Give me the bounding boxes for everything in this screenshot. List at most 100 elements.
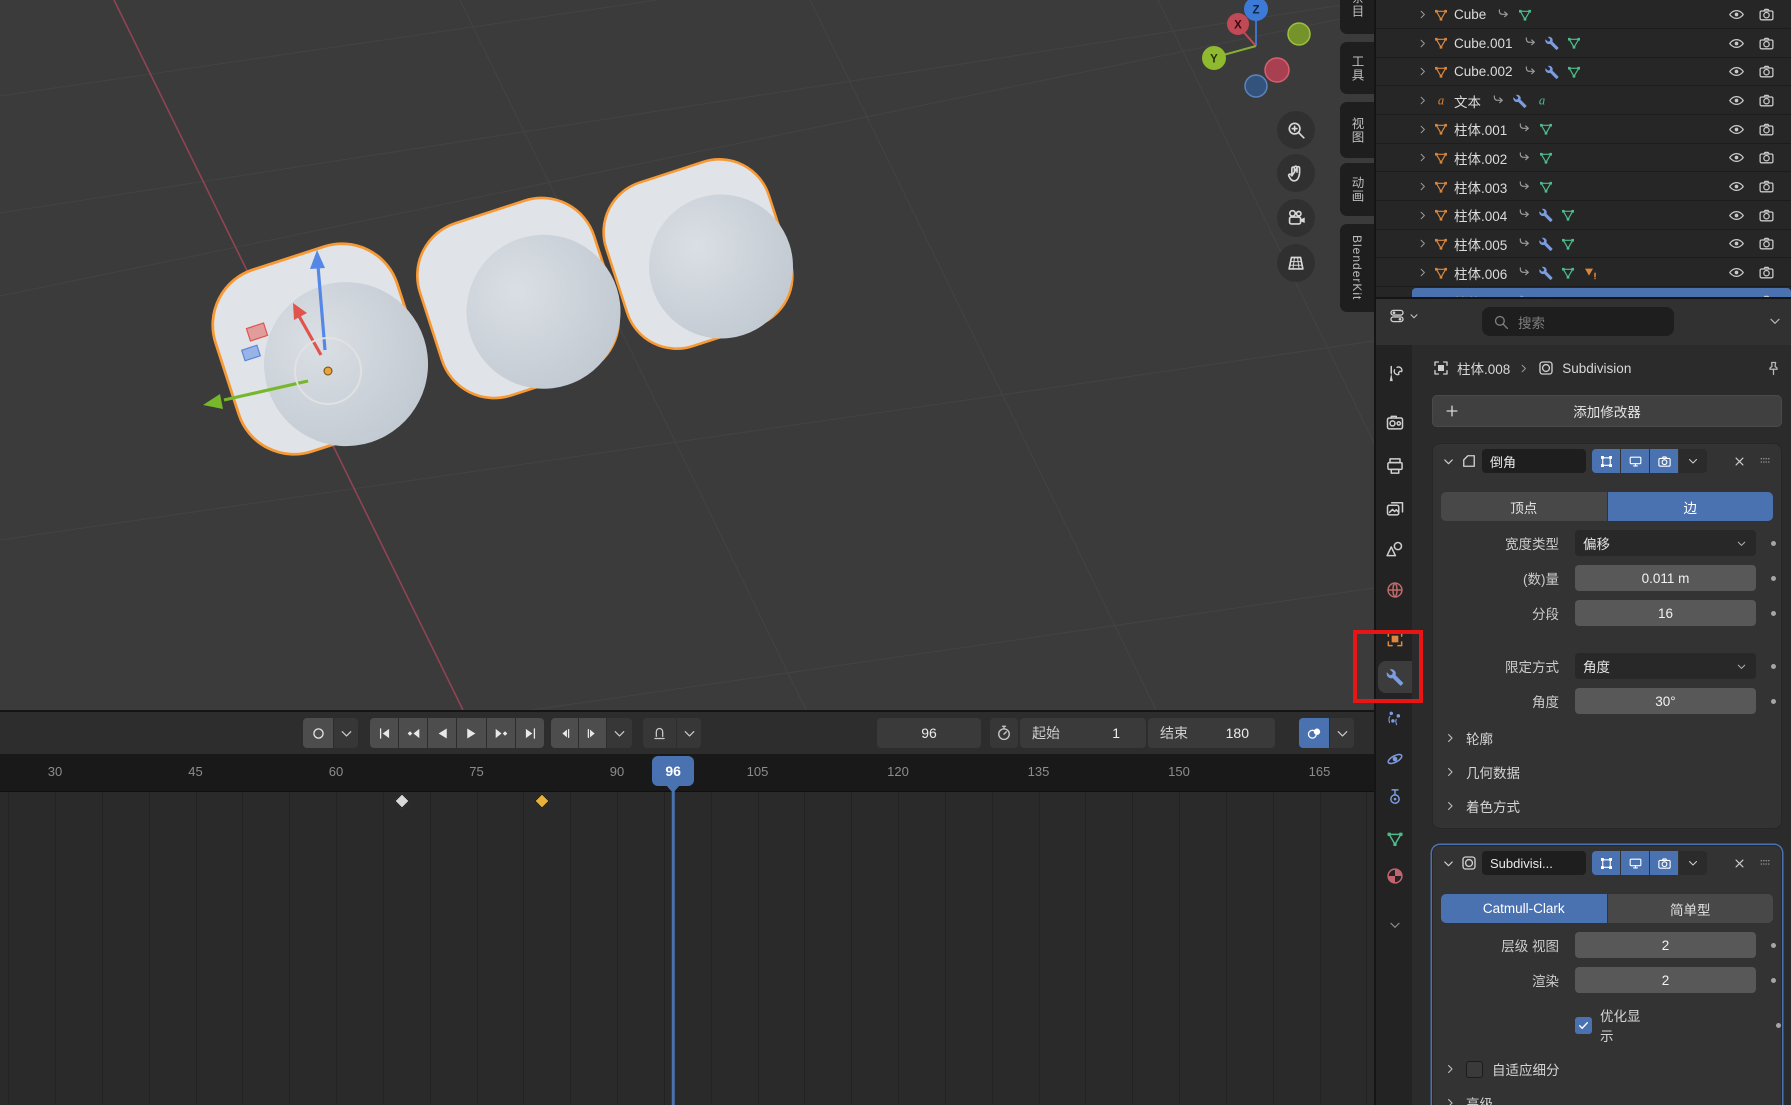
auto-keying-options[interactable] — [334, 718, 358, 748]
playhead-label[interactable]: 96 — [652, 756, 694, 786]
object-name[interactable]: Cube.002 — [1454, 64, 1513, 79]
keyframe-diamond-67[interactable] — [394, 793, 410, 809]
properties-tab-object-data[interactable] — [1378, 823, 1412, 855]
scene-object-1-active[interactable] — [198, 226, 450, 478]
sidebar-tab-4[interactable]: 动画 — [1340, 163, 1374, 216]
expand-chevron-icon[interactable] — [1416, 209, 1429, 222]
toggle-monitor-button[interactable] — [1621, 851, 1649, 875]
editor-type-button[interactable] — [1388, 307, 1420, 325]
toggle-editmode-button[interactable] — [1592, 449, 1620, 473]
auto-keying-toggle[interactable] — [303, 718, 333, 748]
render-camera-icon[interactable] — [1758, 6, 1775, 23]
current-frame-field[interactable]: 96 — [877, 718, 981, 748]
properties-tab-constraints[interactable] — [1378, 781, 1412, 813]
properties-tab-particles[interactable] — [1378, 702, 1412, 734]
outliner-row-Cube.001[interactable]: Cube.001 — [1376, 30, 1791, 58]
object-name[interactable]: 柱体.001 — [1454, 119, 1507, 139]
search-input[interactable]: 搜索 — [1482, 307, 1674, 336]
value-field-分段[interactable]: 16 — [1575, 600, 1756, 626]
animate-dot[interactable] — [1771, 664, 1776, 669]
breadcrumb-object[interactable]: 柱体.008 — [1457, 358, 1510, 378]
3d-viewport[interactable]: Z X Y 条目工具视图动画BlenderKit — [0, 0, 1374, 710]
object-name[interactable]: 柱体.005 — [1454, 234, 1507, 254]
properties-tab-view-layer[interactable] — [1378, 493, 1412, 525]
header-options-chevron[interactable] — [1767, 313, 1783, 334]
value-field-层级 视图[interactable]: 2 — [1575, 932, 1756, 958]
visibility-eye-icon[interactable] — [1728, 207, 1745, 224]
properties-tab-material[interactable] — [1378, 860, 1412, 892]
toggle-monitor-button[interactable] — [1621, 449, 1649, 473]
checkbox-优化显示[interactable] — [1575, 1017, 1592, 1034]
sidebar-tab-1[interactable]: 条目 — [1340, 0, 1374, 34]
visibility-eye-icon[interactable] — [1728, 6, 1745, 23]
visibility-eye-icon[interactable] — [1728, 92, 1745, 109]
render-camera-icon[interactable] — [1758, 207, 1775, 224]
outliner-row-Cube[interactable]: Cube — [1376, 1, 1791, 29]
value-field-渲染[interactable]: 2 — [1575, 967, 1756, 993]
object-name[interactable]: 文本 — [1454, 91, 1481, 111]
outliner-row-柱体.005[interactable]: 柱体.005 — [1376, 230, 1791, 258]
snap-options-chevron[interactable] — [677, 718, 701, 748]
visibility-eye-icon[interactable] — [1728, 178, 1745, 195]
keyframe-filter-toggle[interactable] — [1299, 718, 1329, 748]
frame-step-back-button[interactable] — [551, 718, 578, 748]
visibility-eye-icon[interactable] — [1728, 35, 1745, 52]
section-轮廓[interactable]: 轮廓 — [1433, 728, 1781, 748]
object-name[interactable]: 柱体.006 — [1454, 263, 1507, 283]
pin-icon[interactable] — [1765, 360, 1782, 377]
previous-keyframe-button[interactable] — [399, 718, 427, 748]
sidebar-tab-2[interactable]: 工具 — [1340, 42, 1374, 94]
animate-dot[interactable] — [1771, 611, 1776, 616]
camera-view-button[interactable] — [1277, 199, 1315, 237]
drag-handle-icon[interactable] — [1757, 855, 1773, 871]
checkbox-自适应细分[interactable] — [1466, 1061, 1483, 1078]
properties-tab-render[interactable] — [1378, 407, 1412, 439]
jump-to-end-button[interactable] — [516, 718, 544, 748]
object-name[interactable]: 柱体.004 — [1454, 205, 1507, 225]
modifier-name-field[interactable]: 倒角 — [1482, 449, 1586, 473]
render-camera-icon[interactable] — [1758, 235, 1775, 252]
section-着色方式[interactable]: 着色方式 — [1433, 796, 1781, 816]
object-name[interactable]: 柱体.003 — [1454, 177, 1507, 197]
sidebar-tab-3[interactable]: 视图 — [1340, 102, 1374, 158]
add-modifier-button[interactable]: 添加修改器 — [1432, 395, 1782, 427]
expand-chevron-icon[interactable] — [1416, 123, 1429, 136]
properties-tab-world[interactable] — [1378, 574, 1412, 606]
delete-modifier-icon[interactable] — [1732, 454, 1747, 469]
animate-dot[interactable] — [1776, 1023, 1781, 1028]
section-高级[interactable]: 高级 — [1433, 1093, 1781, 1105]
object-name[interactable]: Cube — [1454, 7, 1486, 22]
collapse-chevron-icon[interactable] — [1441, 856, 1456, 871]
expand-chevron-icon[interactable] — [1416, 94, 1429, 107]
outliner-row-Cube.002[interactable]: Cube.002 — [1376, 58, 1791, 86]
tab-简单型[interactable]: 简单型 — [1608, 894, 1774, 923]
outliner-row-柱体.006[interactable]: 柱体.006 — [1376, 259, 1791, 287]
properties-tab-physics[interactable] — [1378, 743, 1412, 775]
modifier-panel-header[interactable]: 倒角 — [1433, 444, 1781, 478]
visibility-eye-icon[interactable] — [1728, 63, 1745, 80]
frame-end-field[interactable]: 结束 180 — [1148, 718, 1275, 748]
sidebar-tab-5[interactable]: BlenderKit — [1340, 224, 1374, 312]
modifier-panel-header[interactable]: Subdivisi... — [1433, 846, 1781, 880]
outliner-panel[interactable]: CubeCube.001Cube.002a文本a柱体.001柱体.002柱体.0… — [1374, 0, 1791, 297]
outliner-row-柱体.004[interactable]: 柱体.004 — [1376, 202, 1791, 230]
properties-tab-output[interactable] — [1378, 450, 1412, 482]
render-camera-icon[interactable] — [1758, 149, 1775, 166]
render-camera-icon[interactable] — [1758, 63, 1775, 80]
expand-chevron-icon[interactable] — [1416, 37, 1429, 50]
value-field-(数)量[interactable]: 0.011 m — [1575, 565, 1756, 591]
expand-chevron-icon[interactable] — [1416, 151, 1429, 164]
step-options-chevron[interactable] — [607, 718, 632, 748]
jump-to-start-button[interactable] — [370, 718, 398, 748]
render-camera-icon[interactable] — [1758, 92, 1775, 109]
animate-dot[interactable] — [1771, 576, 1776, 581]
animate-dot[interactable] — [1771, 699, 1776, 704]
snap-toggle[interactable] — [643, 718, 676, 748]
render-camera-icon[interactable] — [1758, 264, 1775, 281]
dropdown-限定方式[interactable]: 角度 — [1575, 653, 1756, 679]
use-preview-range-button[interactable] — [990, 718, 1018, 748]
expand-chevron-icon[interactable] — [1416, 8, 1429, 21]
animate-dot[interactable] — [1771, 943, 1776, 948]
extra-toggles-chevron[interactable] — [1679, 449, 1707, 473]
toggle-camera-photo-button[interactable] — [1650, 851, 1678, 875]
